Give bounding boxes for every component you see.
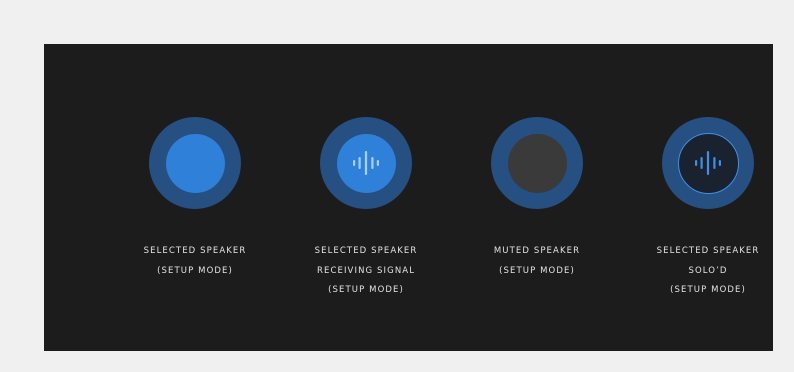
speaker-label-line: SELECTED SPEAKER [143, 246, 247, 256]
speaker-selected[interactable]: SELECTED SPEAKER (SETUP MODE) [110, 117, 280, 281]
sound-wave-icon [695, 151, 721, 175]
speaker-label-line: (SETUP MODE) [499, 265, 575, 276]
speaker-muted-icon [507, 133, 567, 193]
speaker-ring [662, 117, 754, 209]
speaker-states-panel: SELECTED SPEAKER (SETUP MODE) SELECTED S… [44, 44, 773, 351]
speaker-selected-icon [336, 133, 396, 193]
speaker-muted[interactable]: MUTED SPEAKER (SETUP MODE) [452, 117, 622, 281]
speaker-label: SELECTED SPEAKER (SETUP MODE) [144, 242, 247, 281]
speaker-selected-icon [165, 133, 225, 193]
speaker-label-line: RECEIVING SIGNAL [316, 265, 416, 276]
speaker-label: MUTED SPEAKER (SETUP MODE) [494, 242, 580, 281]
speaker-label-line: SELECTED SPEAKER [314, 246, 418, 256]
speaker-label-line: (SETUP MODE) [157, 265, 233, 276]
speaker-solo-icon [677, 132, 739, 194]
sound-wave-icon [353, 151, 379, 175]
speaker-ring [149, 117, 241, 209]
speaker-receiving-signal[interactable]: SELECTED SPEAKER RECEIVING SIGNAL (SETUP… [281, 117, 451, 301]
speaker-label-line: (SETUP MODE) [670, 285, 746, 295]
speaker-label: SELECTED SPEAKER RECEIVING SIGNAL (SETUP… [315, 242, 418, 301]
speaker-label-line: SOLO’D [688, 265, 728, 276]
speaker-solo[interactable]: SELECTED SPEAKER SOLO’D (SETUP MODE) [623, 117, 793, 301]
speaker-label: SELECTED SPEAKER SOLO’D (SETUP MODE) [657, 242, 760, 301]
speaker-label-line: (SETUP MODE) [328, 285, 404, 295]
speaker-label-line: MUTED SPEAKER [493, 246, 581, 256]
speaker-ring [491, 117, 583, 209]
speaker-ring [320, 117, 412, 209]
speaker-label-line: SELECTED SPEAKER [656, 246, 760, 256]
